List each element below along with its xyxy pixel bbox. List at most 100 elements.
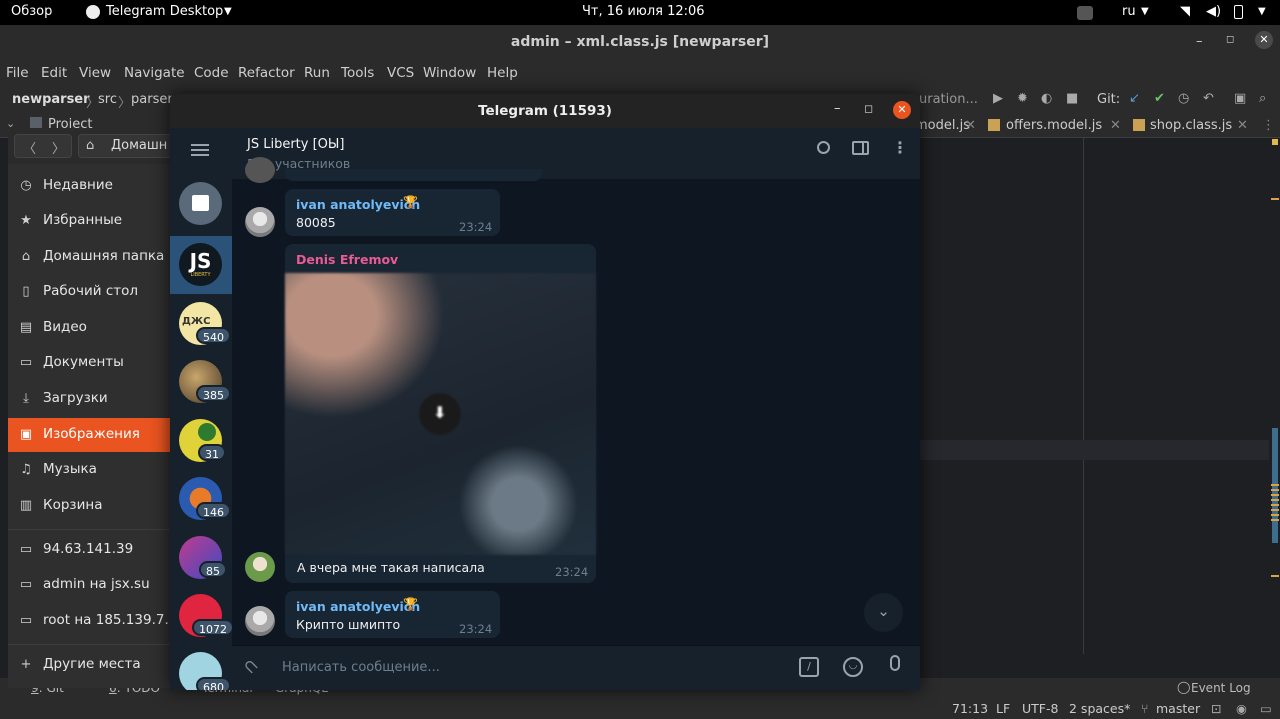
menu-file[interactable]: File (6, 65, 29, 81)
sidebar-item-documents[interactable]: ▭ Документы (8, 346, 173, 380)
warning-marker[interactable] (1272, 139, 1278, 145)
message-author[interactable]: Denis Efremov (296, 252, 398, 267)
user-avatar[interactable] (245, 552, 275, 582)
git-history-icon[interactable]: ◷ (1178, 91, 1189, 106)
close-icon[interactable]: ✕ (1110, 118, 1121, 133)
more-tabs-icon[interactable]: ⋮ (1262, 118, 1275, 133)
run-icon[interactable]: ▶ (993, 91, 1003, 106)
event-log-button[interactable]: Event Log (1191, 681, 1251, 695)
battery-icon[interactable] (1234, 5, 1243, 19)
file-encoding[interactable]: UTF-8 (1022, 701, 1058, 716)
chat-avatar[interactable]: 31 (179, 419, 226, 462)
user-avatar[interactable] (245, 157, 275, 183)
sidebar-item-desktop[interactable]: ▯ Рабочий стол (8, 275, 173, 309)
breadcrumb-project[interactable]: newparser (12, 92, 90, 107)
message-bubble[interactable]: ivan anatolyevich 🏆 Крипто шмипто 23:24 (285, 591, 500, 638)
stop-icon[interactable]: ■ (1066, 91, 1078, 106)
message-list[interactable]: ivan anatolyevich 🏆 80085 23:24 Denis Ef… (232, 157, 920, 645)
git-update-icon[interactable]: ↙ (1129, 91, 1140, 106)
menu-code[interactable]: Code (194, 65, 229, 81)
editor-scrollbar[interactable] (1269, 138, 1280, 678)
chat-avatar[interactable]: 1072 (179, 594, 234, 637)
user-avatar[interactable] (245, 207, 275, 237)
wifi-icon[interactable]: ◥ (1180, 4, 1190, 19)
lock-icon[interactable]: ⊡ (1211, 701, 1221, 716)
microphone-icon[interactable] (890, 655, 900, 671)
run-config-select[interactable]: uration... (919, 92, 978, 107)
editor-tab[interactable]: model.js (915, 118, 970, 133)
forward-icon[interactable]: 〉 (52, 138, 65, 157)
message-bubble-media[interactable]: Denis Efremov ⬇ А вчера мне такая написа… (285, 244, 596, 583)
sidebar-toggle-icon[interactable] (852, 141, 869, 155)
sidebar-item-pictures[interactable]: ▣ Изображения (8, 418, 173, 452)
sidebar-item-videos[interactable]: ▤ Видео (8, 311, 173, 345)
menu-navigate[interactable]: Navigate (124, 65, 185, 81)
chevron-down-icon[interactable]: ▼ (1258, 6, 1266, 17)
menu-window[interactable]: Window (423, 65, 476, 81)
chat-title[interactable]: JS Liberty [ОЫ] (247, 137, 344, 152)
back-icon[interactable]: 〈 (23, 138, 36, 157)
code-editor[interactable] (919, 138, 1280, 678)
close-icon[interactable]: ✕ (1237, 118, 1248, 133)
maximize-icon[interactable]: ◻ (1226, 34, 1234, 45)
line-separator[interactable]: LF (996, 701, 1010, 716)
sidebar-item-network[interactable]: ▭ admin на jsx.su (8, 568, 173, 602)
chevron-down-icon[interactable]: ▼ (224, 6, 232, 17)
git-branch[interactable]: master (1156, 701, 1200, 716)
sidebar-item-starred[interactable]: ★ Избранные (8, 204, 173, 238)
warning-marker[interactable] (1271, 575, 1279, 577)
scroll-to-bottom-button[interactable]: ⌄ (864, 593, 903, 632)
minimize-icon[interactable]: – (1196, 34, 1203, 49)
path-segment[interactable]: Домашн (111, 138, 167, 153)
search-icon[interactable]: ⌕ (1259, 91, 1266, 106)
chat-avatar[interactable]: 85 (179, 536, 227, 579)
chat-avatar[interactable]: 680 (179, 652, 231, 690)
sidebar-item-recent[interactable]: ◷ Недавние (8, 169, 173, 203)
more-options-icon[interactable]: ⋮ (892, 138, 908, 157)
message-bubble[interactable]: ivan anatolyevich 🏆 80085 23:24 (285, 189, 500, 236)
activities-button[interactable]: Обзор (11, 4, 52, 19)
archive-icon[interactable] (179, 182, 222, 225)
menu-run[interactable]: Run (304, 65, 330, 81)
keyboard-layout[interactable]: ru (1122, 4, 1136, 19)
close-icon[interactable]: ✕ (965, 118, 976, 133)
editor-tab[interactable]: shop.class.js (1150, 118, 1232, 133)
download-button[interactable]: ⬇ (419, 393, 461, 435)
sidebar-item-trash[interactable]: ▥ Корзина (8, 489, 173, 523)
blurred-photo[interactable]: ⬇ (285, 273, 596, 555)
user-avatar[interactable] (245, 606, 275, 636)
menu-view[interactable]: View (79, 65, 111, 81)
menu-edit[interactable]: Edit (41, 65, 67, 81)
close-icon[interactable]: ✕ (893, 101, 911, 119)
menu-help[interactable]: Help (487, 65, 518, 81)
caret-position[interactable]: 71:13 (952, 701, 988, 716)
sidebar-item-downloads[interactable]: ⤓ Загрузки (8, 382, 173, 416)
indent-setting[interactable]: 2 spaces* (1069, 701, 1130, 716)
sidebar-item-network[interactable]: ▭ 94.63.141.39 (8, 533, 173, 567)
app-menu-button[interactable]: Telegram Desktop (106, 4, 223, 19)
menu-refactor[interactable]: Refactor (238, 65, 295, 81)
message-author[interactable]: ivan anatolyevich (296, 599, 420, 614)
clock[interactable]: Чт, 16 июля 12:06 (582, 4, 705, 19)
git-rollback-icon[interactable]: ↶ (1203, 91, 1214, 106)
emoji-icon[interactable]: ◡ (843, 657, 863, 677)
volume-icon[interactable]: ◀) (1206, 4, 1221, 19)
warning-marker[interactable] (1271, 198, 1279, 200)
minimize-icon[interactable]: – (834, 101, 841, 116)
sidebar-item-network[interactable]: ▭ root на 185.139.7... (8, 604, 177, 638)
editor-tab[interactable]: offers.model.js (1006, 118, 1102, 133)
inspector-icon[interactable]: ◉ (1236, 701, 1247, 716)
search-icon[interactable] (817, 141, 830, 154)
sidebar-item-music[interactable]: ♫ Музыка (8, 453, 173, 487)
tray-app-icon[interactable] (1077, 6, 1093, 20)
coverage-icon[interactable]: ◐ (1041, 91, 1052, 106)
chevron-down-icon[interactable]: ▼ (1141, 6, 1149, 17)
menu-tools[interactable]: Tools (341, 65, 374, 81)
attach-icon[interactable]: ⊂ (238, 654, 264, 680)
close-icon[interactable]: ✕ (1255, 31, 1273, 49)
debug-icon[interactable]: ✹ (1017, 91, 1028, 106)
layout-icon[interactable]: ▣ (1234, 91, 1246, 106)
menu-vcs[interactable]: VCS (387, 65, 414, 81)
path-bar[interactable]: ⌂ Домашн (78, 134, 178, 158)
memory-icon[interactable]: ▭ (1260, 701, 1272, 716)
